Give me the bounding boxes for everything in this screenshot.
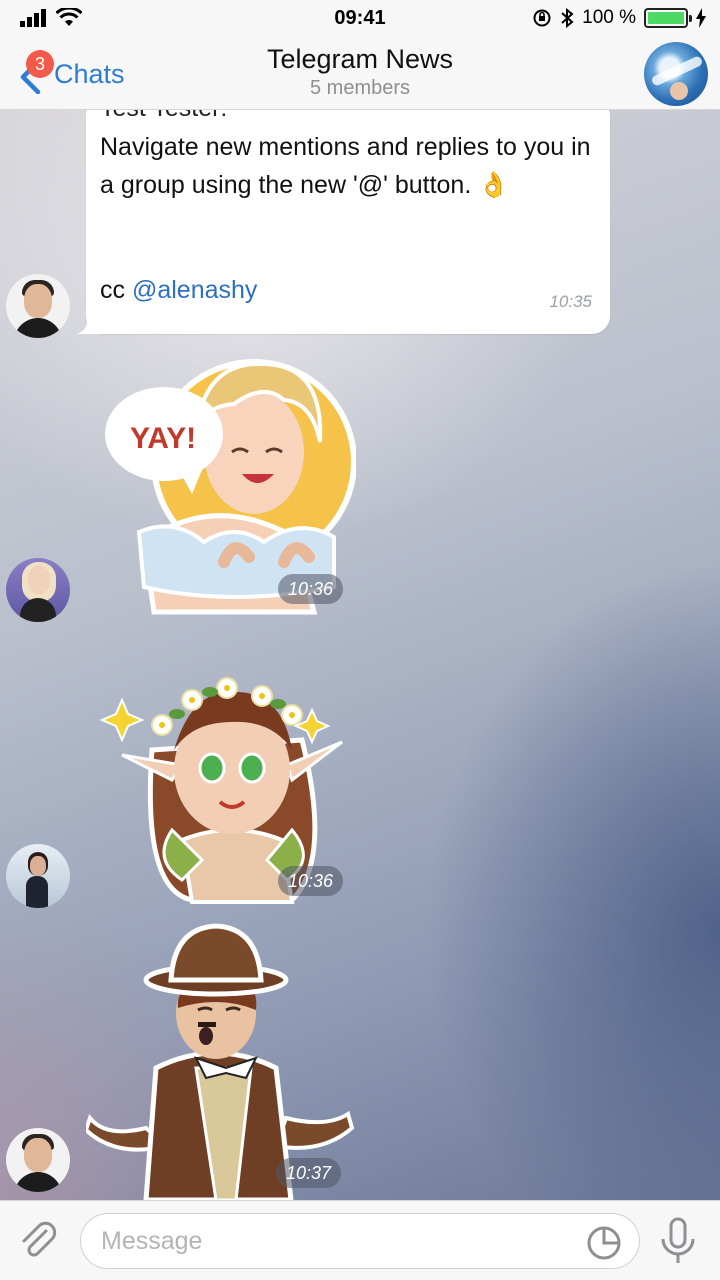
chat-title: Telegram News xyxy=(266,44,454,74)
sender-avatar[interactable] xyxy=(6,274,70,338)
status-right: 100 % xyxy=(532,7,706,29)
message-input[interactable] xyxy=(80,1213,640,1269)
sticker-time: 10:36 xyxy=(278,866,344,896)
cc-prefix: cc xyxy=(100,276,132,304)
orientation-lock-icon xyxy=(533,9,551,27)
sticker-icon[interactable] xyxy=(586,1225,622,1261)
bubble-tail xyxy=(76,316,104,334)
charging-icon xyxy=(696,8,706,28)
nav-bar: 3 Chats Telegram News 5 members xyxy=(0,36,720,110)
yay-girl-sticker[interactable]: YAY! 10:36 xyxy=(84,342,357,618)
microphone-icon[interactable] xyxy=(658,1217,698,1265)
message-text: Navigate new mentions and replies to you… xyxy=(100,133,591,199)
message-cc-line: cc @alenashy xyxy=(100,276,257,305)
bluetooth-icon xyxy=(561,8,574,28)
sender-avatar[interactable] xyxy=(6,844,70,908)
mention-link[interactable]: @alenashy xyxy=(132,276,257,304)
sticker-time: 10:36 xyxy=(278,574,344,604)
chat-header[interactable]: Telegram News 5 members xyxy=(0,44,720,100)
yay-text: YAY! xyxy=(130,422,196,455)
sender-avatar[interactable] xyxy=(6,1128,70,1192)
group-avatar[interactable] xyxy=(644,42,708,106)
chat-subtitle: 5 members xyxy=(309,77,411,99)
message-bubble[interactable]: Test Tester: Navigate new mentions and r… xyxy=(86,110,610,334)
status-bar: 09:41 100 % xyxy=(0,0,720,36)
bowler-hat-man-sticker[interactable]: 10:37 xyxy=(83,918,356,1200)
input-bar xyxy=(0,1200,720,1280)
paperclip-icon[interactable] xyxy=(16,1219,60,1263)
chat-area[interactable]: Test Tester: Navigate new mentions and r… xyxy=(0,110,720,1200)
battery-icon xyxy=(644,8,692,28)
sender-avatar[interactable] xyxy=(6,558,70,622)
message-sender: Test Tester: xyxy=(100,110,227,123)
forest-elf-sticker[interactable]: 10:36 xyxy=(92,630,352,908)
battery-percent: 100 % xyxy=(582,7,636,28)
sticker-time: 10:37 xyxy=(276,1158,342,1188)
message-time: 10:35 xyxy=(549,292,592,311)
